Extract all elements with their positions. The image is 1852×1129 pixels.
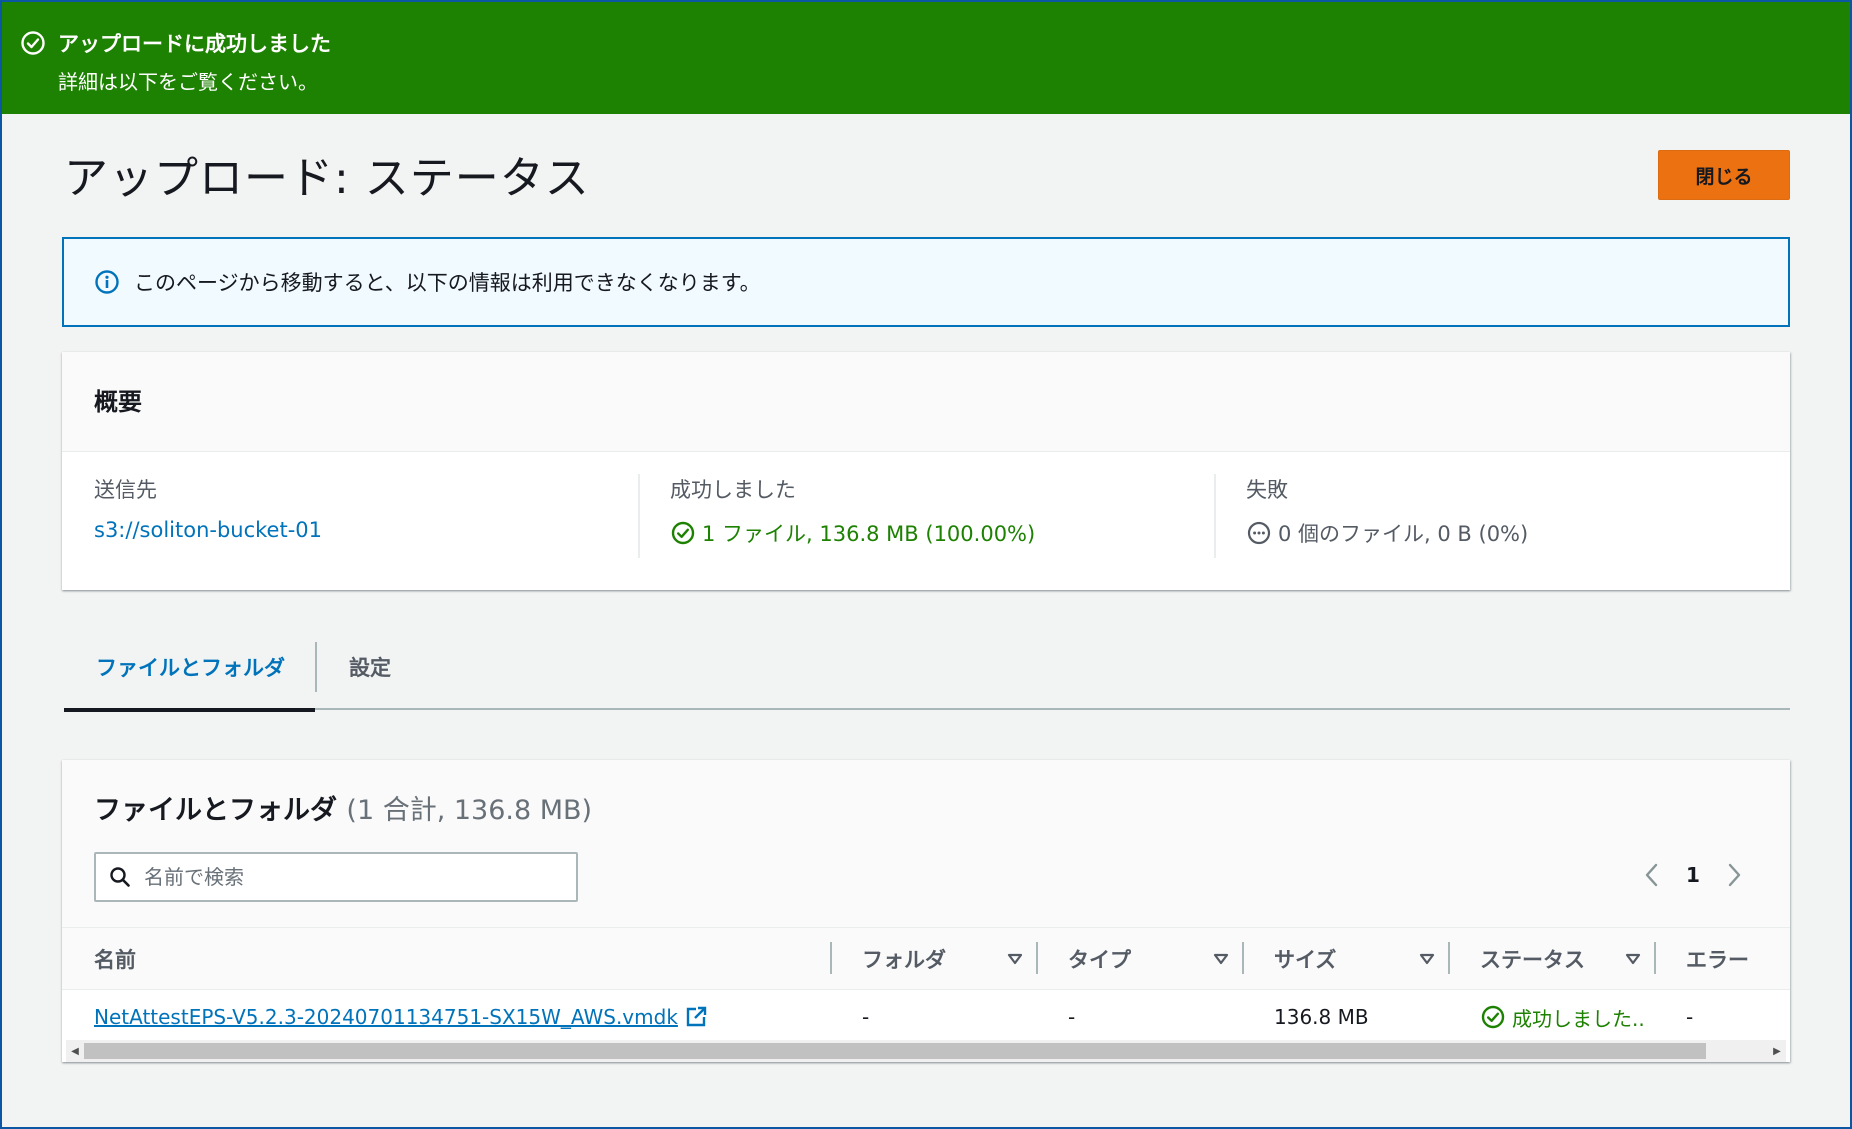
sort-down-icon[interactable] (1006, 950, 1024, 968)
table-header: 名前 フォルダ タイプ サイズ ステータス エラー (62, 928, 1790, 990)
file-link[interactable]: NetAttestEPS-V5.2.3-20240701134751-SX15W… (94, 1005, 708, 1029)
summary-panel: 概要 送信先 s3://soliton-bucket-01 成功しました 1 フ… (62, 352, 1790, 590)
info-alert: このページから移動すると、以下の情報は利用できなくなります。 (62, 237, 1790, 327)
scroll-right-icon[interactable]: ▶ (1768, 1040, 1786, 1062)
scroll-track[interactable] (84, 1040, 1768, 1062)
failed-value-row: 0 個のファイル, 0 B (0%) (1246, 518, 1790, 548)
column-header-name[interactable]: 名前 (62, 928, 830, 990)
pagination: 1 (1640, 860, 1746, 890)
cell-status: 成功しました.. (1448, 1003, 1654, 1032)
cell-folder: - (862, 1005, 870, 1029)
column-header-type[interactable]: タイプ (1036, 928, 1242, 990)
failed-label: 失敗 (1246, 478, 1288, 502)
column-label-folder: フォルダ (862, 947, 946, 972)
tab-bar: ファイルとフォルダ 設定 (64, 632, 1790, 712)
column-label-error: エラー (1686, 947, 1749, 972)
summary-failed: 失敗 0 個のファイル, 0 B (0%) (1214, 474, 1790, 564)
check-circle-icon (1480, 1004, 1506, 1030)
succeeded-value: 1 ファイル, 136.8 MB (100.00%) (702, 522, 1036, 546)
column-label-name: 名前 (94, 947, 136, 972)
destination-label: 送信先 (94, 478, 157, 502)
files-count: (1 合計, 136.8 MB) (346, 795, 593, 826)
files-heading: ファイルとフォルダ (1 合計, 136.8 MB) (94, 788, 592, 827)
column-divider (1036, 941, 1038, 974)
sort-down-icon[interactable] (1212, 950, 1230, 968)
sort-down-icon[interactable] (1624, 950, 1642, 968)
table-row: NetAttestEPS-V5.2.3-20240701134751-SX15W… (62, 990, 1790, 1044)
scroll-left-icon[interactable]: ◀ (66, 1040, 84, 1062)
cell-type: - (1068, 1005, 1076, 1029)
column-label-status: ステータス (1480, 947, 1585, 972)
files-panel: ファイルとフォルダ (1 合計, 136.8 MB) 1 名前 フォルダ (62, 760, 1790, 1062)
column-divider (1242, 941, 1244, 974)
tab-files-and-folders[interactable]: ファイルとフォルダ (64, 632, 315, 712)
status-text: 成功しました.. (1512, 1006, 1645, 1031)
info-alert-text: このページから移動すると、以下の情報は利用できなくなります。 (134, 271, 761, 295)
failed-value: 0 個のファイル, 0 B (0%) (1278, 522, 1529, 546)
tab-settings[interactable]: 設定 (317, 632, 421, 710)
summary-destination: 送信先 s3://soliton-bucket-01 (62, 474, 638, 564)
destination-link[interactable]: s3://soliton-bucket-01 (94, 518, 638, 542)
column-header-error[interactable]: エラー (1654, 928, 1790, 990)
column-divider (1654, 941, 1656, 974)
pending-circle-icon (1246, 520, 1272, 546)
column-label-type: タイプ (1068, 947, 1131, 972)
cell-error: - (1686, 1005, 1694, 1029)
info-circle-icon (94, 269, 120, 295)
cell-size: 136.8 MB (1274, 1005, 1369, 1029)
succeeded-value-row: 1 ファイル, 136.8 MB (100.00%) (670, 518, 1214, 548)
summary-succeeded: 成功しました 1 ファイル, 136.8 MB (100.00%) (638, 474, 1214, 564)
flash-title: アップロードに成功しました (58, 32, 331, 56)
page-title: アップロード: ステータス (64, 153, 590, 204)
next-page-icon[interactable] (1722, 860, 1746, 890)
check-circle-icon (20, 30, 46, 56)
column-header-status[interactable]: ステータス (1448, 928, 1654, 990)
sort-down-icon[interactable] (1418, 950, 1436, 968)
column-label-size: サイズ (1274, 947, 1337, 972)
file-name[interactable]: NetAttestEPS-V5.2.3-20240701134751-SX15W… (94, 1005, 678, 1029)
cell-name: NetAttestEPS-V5.2.3-20240701134751-SX15W… (62, 1005, 830, 1029)
check-circle-icon (670, 520, 696, 546)
success-flash-banner: アップロードに成功しました 詳細は以下をご覧ください。 (2, 2, 1850, 114)
flash-detail: 詳細は以下をご覧ください。 (58, 70, 318, 94)
column-divider (830, 941, 832, 974)
search-box[interactable] (94, 852, 578, 902)
search-input[interactable] (144, 865, 564, 889)
column-divider (1448, 941, 1450, 974)
horizontal-scrollbar[interactable]: ◀ ▶ (66, 1040, 1786, 1062)
column-header-folder[interactable]: フォルダ (830, 928, 1036, 990)
close-button[interactable]: 閉じる (1658, 150, 1790, 200)
search-icon (108, 865, 132, 889)
scroll-thumb[interactable] (84, 1043, 1706, 1059)
summary-heading: 概要 (62, 352, 1790, 452)
external-link-icon[interactable] (684, 1005, 708, 1029)
succeeded-label: 成功しました (670, 478, 796, 502)
page-number[interactable]: 1 (1686, 863, 1700, 887)
column-header-size[interactable]: サイズ (1242, 928, 1448, 990)
files-title: ファイルとフォルダ (94, 795, 337, 826)
previous-page-icon[interactable] (1640, 860, 1664, 890)
